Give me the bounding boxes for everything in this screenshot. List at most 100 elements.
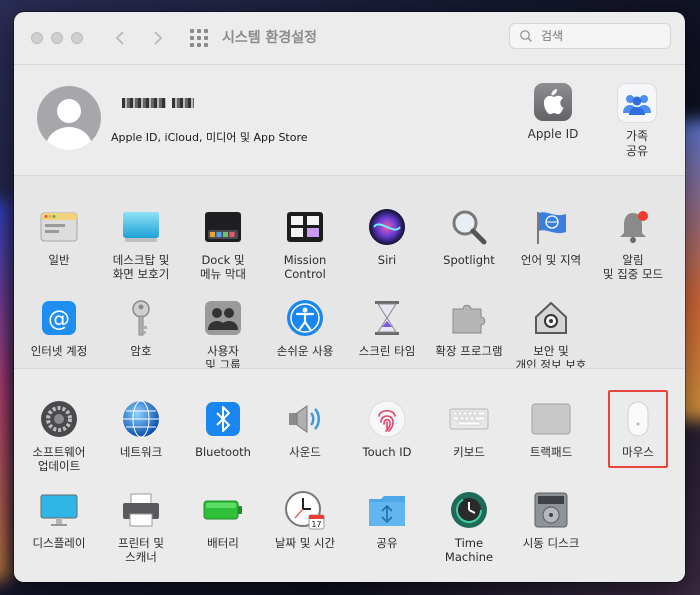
notification-icon (620, 211, 648, 243)
battery-pref[interactable]: 배터리 (182, 490, 264, 550)
touch-id-icon (368, 400, 406, 438)
search-field[interactable] (509, 23, 671, 49)
user-avatar[interactable] (37, 86, 101, 150)
accessibility-label: 손쉬운 사용 (276, 344, 334, 358)
time-machine-icon (451, 492, 487, 528)
touch-id-pref[interactable]: Touch ID (346, 399, 428, 459)
dock-icon (205, 212, 241, 242)
apple-id-item[interactable]: Apple ID (513, 77, 593, 142)
touch-id-label: Touch ID (362, 445, 412, 459)
notification-label-line2: 및 집중 모드 (602, 267, 664, 281)
security-privacy-pref[interactable]: 보안 및 개인 정보 보호 (510, 298, 592, 372)
desktop-icon (123, 212, 159, 242)
zoom-button[interactable] (71, 32, 83, 44)
calendar-date-text: 17 (311, 520, 321, 529)
time-machine-pref[interactable]: Time Machine (428, 490, 510, 564)
users-icon (205, 301, 241, 335)
internet-accounts-icon: @ (42, 301, 76, 335)
password-label: 암호 (130, 344, 152, 358)
siri-pref[interactable]: Siri (346, 207, 428, 267)
startup-disk-label: 시동 디스크 (522, 536, 580, 550)
date-time-pref[interactable]: 17 날짜 및 시간 (264, 490, 346, 550)
family-sharing-icon (623, 95, 651, 115)
back-button[interactable] (107, 26, 133, 50)
accessibility-icon (287, 300, 323, 336)
language-region-pref[interactable]: 언어 및 지역 (510, 207, 592, 267)
siri-icon (369, 209, 405, 245)
close-button[interactable] (31, 32, 43, 44)
network-pref[interactable]: 네트워크 (100, 399, 182, 459)
time-machine-label-line1: Time (454, 536, 484, 550)
extensions-pref[interactable]: 확장 프로그램 (428, 298, 510, 358)
apple-logo-icon (543, 89, 564, 115)
screen-time-icon (375, 301, 399, 335)
hardware-preferences-section: 소프트웨어 업데이트 네트워크 Bluetooth 사운드 Touch ID 키보… (14, 369, 685, 582)
redacted-user-name (122, 98, 194, 108)
account-subtitle: Apple ID, iCloud, 미디어 및 App Store (111, 131, 308, 144)
screen-time-pref[interactable]: 스크린 타임 (346, 298, 428, 358)
security-label-line1: 보안 및 (533, 344, 569, 358)
dock-pref[interactable]: Dock 및 메뉴 막대 (182, 207, 264, 281)
keyboard-pref[interactable]: 키보드 (428, 399, 510, 459)
clock-icon: 17 (285, 491, 325, 530)
dock-label-line1: Dock 및 (201, 253, 245, 267)
general-pref[interactable]: 일반 (18, 207, 100, 267)
accessibility-pref[interactable]: 손쉬운 사용 (264, 298, 346, 358)
sound-pref[interactable]: 사운드 (264, 399, 346, 459)
sound-label: 사운드 (289, 445, 321, 459)
notifications-pref[interactable]: 알림 및 집중 모드 (592, 207, 674, 281)
search-icon (520, 30, 533, 43)
minimize-button[interactable] (51, 32, 63, 44)
spotlight-label: Spotlight (443, 253, 495, 267)
battery-label: 배터리 (207, 536, 239, 550)
internet-accounts-label: 인터넷 계정 (30, 344, 88, 358)
bluetooth-icon (206, 402, 240, 436)
search-input[interactable] (539, 28, 663, 44)
show-all-grid-icon[interactable] (190, 29, 208, 47)
time-machine-label-line2: Machine (444, 550, 494, 564)
window-title: 시스템 환경설정 (222, 30, 318, 46)
users-groups-pref[interactable]: 사용자 및 그룹 (182, 298, 264, 372)
network-icon (123, 400, 159, 438)
spotlight-pref[interactable]: Spotlight (428, 207, 510, 267)
trackpad-pref[interactable]: 트랙패드 (510, 399, 592, 459)
mission-control-pref[interactable]: Mission Control (264, 207, 346, 281)
printer-icon (123, 493, 159, 527)
printer-label-line2: 스캐너 (125, 550, 157, 564)
mouse-selection-highlight (608, 390, 668, 468)
desktop-pref[interactable]: 데스크탑 및 화면 보호기 (100, 207, 182, 281)
language-icon (537, 212, 566, 244)
printer-label-line1: 프린터 및 (118, 536, 164, 550)
siri-label: Siri (377, 253, 397, 267)
software-update-pref[interactable]: 소프트웨어 업데이트 (18, 399, 100, 473)
forward-button[interactable] (145, 26, 171, 50)
printers-scanners-pref[interactable]: 프린터 및 스캐너 (100, 490, 182, 564)
passwords-pref[interactable]: 암호 (100, 298, 182, 358)
displays-pref[interactable]: 디스플레이 (18, 490, 100, 550)
desktop-label-line2: 화면 보호기 (112, 267, 170, 281)
bluetooth-pref[interactable]: Bluetooth (182, 399, 264, 459)
svg-text:@: @ (48, 307, 70, 332)
apple-id-label: Apple ID (527, 127, 579, 141)
startup-disk-icon (534, 492, 568, 528)
family-sharing-label-line1: 가족 (625, 129, 649, 143)
chevron-right-icon (154, 31, 163, 45)
desktop-label-line1: 데스크탑 및 (112, 253, 170, 267)
battery-icon (203, 500, 242, 520)
mission-control-label-line1: Mission (283, 253, 327, 267)
system-preferences-window: 시스템 환경설정 Apple ID, iCloud, 미디어 및 App Sto… (14, 12, 685, 582)
extensions-label: 확장 프로그램 (435, 344, 503, 358)
sharing-pref[interactable]: 공유 (346, 490, 428, 550)
trackpad-icon (531, 403, 571, 435)
display-label: 디스플레이 (32, 536, 86, 550)
internet-accounts-pref[interactable]: @ 인터넷 계정 (18, 298, 100, 358)
keyboard-icon (449, 408, 489, 430)
family-sharing-item[interactable]: 가족 공유 (597, 77, 677, 159)
notification-label-line1: 알림 (622, 253, 644, 267)
keyboard-label: 키보드 (453, 445, 485, 459)
startup-disk-pref[interactable]: 시동 디스크 (510, 490, 592, 550)
software-update-icon (41, 401, 77, 437)
extensions-icon (452, 304, 486, 334)
users-label-line1: 사용자 (207, 344, 239, 358)
language-label: 언어 및 지역 (520, 253, 582, 267)
